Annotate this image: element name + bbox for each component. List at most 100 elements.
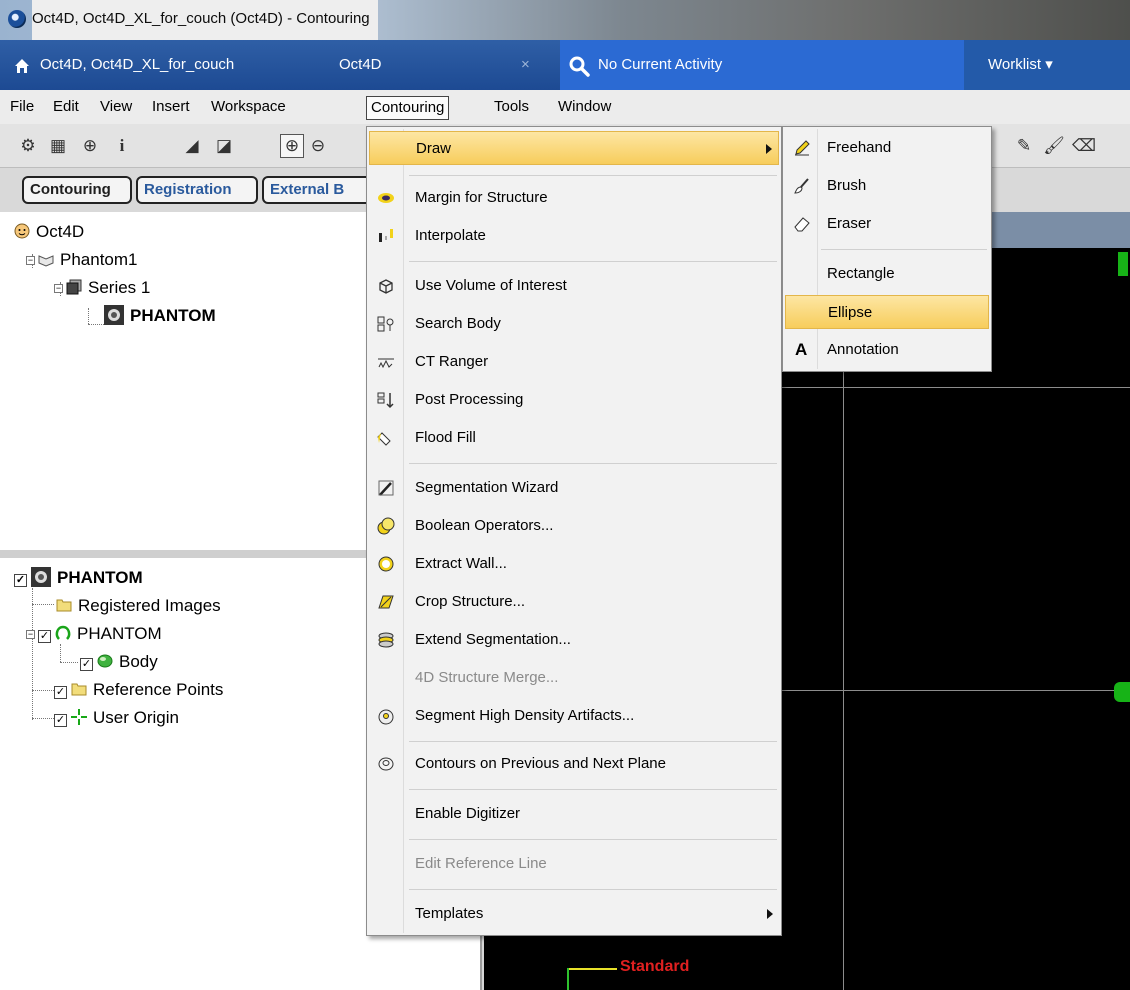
menu-item-use-voi[interactable]: Use Volume of Interest	[369, 269, 779, 303]
menu-item-label: Edit Reference Line	[415, 855, 547, 872]
wizard-wand-icon	[378, 480, 394, 496]
search-body-icon	[377, 316, 394, 332]
tree-item-oct4d[interactable]: Oct4D	[14, 220, 84, 244]
visibility-checkbox[interactable]: ✓	[14, 574, 27, 587]
tree-item-series1[interactable]: − Series 1	[54, 276, 150, 300]
menu-item-segmentation-wizard[interactable]: Segmentation Wizard	[369, 471, 779, 505]
menu-item-label: CT Ranger	[415, 353, 489, 370]
visibility-checkbox[interactable]: ✓	[38, 630, 51, 643]
structure-body[interactable]: ✓ Body	[80, 650, 158, 674]
menu-item-label: Extract Wall...	[415, 555, 507, 572]
window-level-icon[interactable]: ◢	[180, 134, 204, 158]
standard-line-vertical	[567, 968, 569, 990]
home-icon[interactable]	[14, 58, 30, 74]
menu-item-label: Rectangle	[827, 265, 895, 282]
menu-item-boolean[interactable]: Boolean Operators...	[369, 509, 779, 543]
menu-contouring[interactable]: Contouring	[366, 96, 450, 120]
close-case-button[interactable]: ×	[521, 40, 530, 90]
window-level-alt-icon[interactable]: ◪	[212, 134, 236, 158]
settings-icon[interactable]: ⚙	[16, 134, 40, 158]
menu-bar: File Edit View Insert Workspace Contouri…	[0, 90, 1130, 124]
worklist-button[interactable]: Worklist ▾	[964, 40, 1130, 90]
menu-window[interactable]: Window	[554, 96, 615, 120]
eraser-tool-icon[interactable]: ⌫	[1072, 134, 1096, 158]
submenu-item-brush[interactable]: Brush	[785, 169, 989, 203]
activity-search[interactable]: No Current Activity	[560, 40, 964, 90]
collapse-icon[interactable]: −	[26, 630, 35, 639]
collapse-icon[interactable]: −	[54, 284, 63, 293]
visibility-checkbox[interactable]: ✓	[80, 658, 93, 671]
structure-set-phantom[interactable]: − ✓ PHANTOM	[26, 622, 162, 646]
info-icon[interactable]: i	[110, 134, 134, 158]
menu-item-label: Annotation	[827, 341, 899, 358]
menu-item-label: Segmentation Wizard	[415, 479, 559, 496]
menu-item-label: Enable Digitizer	[415, 805, 521, 822]
menu-item-flood-fill[interactable]: Flood Fill	[369, 421, 779, 455]
menu-item-segment-high-density[interactable]: Segment High Density Artifacts...	[369, 699, 779, 733]
patient-name[interactable]: Oct4D, Oct4D_XL_for_couch	[40, 40, 234, 90]
zoom-out-icon[interactable]: ⊖	[306, 134, 330, 158]
structure-user-origin[interactable]: ✓ User Origin	[54, 706, 179, 730]
menu-item-search-body[interactable]: Search Body	[369, 307, 779, 341]
viewer-origin-marker	[1114, 682, 1130, 702]
menu-item-margin[interactable]: Margin for Structure	[369, 181, 779, 215]
menu-item-4d-structure-merge: 4D Structure Merge...	[369, 661, 779, 695]
structure-registered-images[interactable]: Registered Images	[56, 594, 221, 618]
zoom-in-icon[interactable]: ⊕	[280, 134, 304, 158]
tree-item-phantom-image[interactable]: PHANTOM	[104, 304, 216, 328]
submenu-item-ellipse[interactable]: Ellipse	[785, 295, 989, 329]
structure-root-phantom[interactable]: ✓ PHANTOM	[14, 566, 143, 590]
menu-item-extract-wall[interactable]: Extract Wall...	[369, 547, 779, 581]
menu-item-interpolate[interactable]: Interpolate	[369, 219, 779, 253]
tree-label: Body	[119, 652, 158, 671]
menu-item-contours-prev-next[interactable]: Contours on Previous and Next Plane	[369, 747, 779, 781]
viewer-standard-label: Standard	[620, 958, 690, 975]
case-name[interactable]: Oct4D	[339, 40, 382, 90]
tree-label: Series 1	[88, 278, 151, 297]
menu-separator	[409, 741, 777, 742]
interpolate-icon	[379, 229, 393, 242]
menu-item-enable-digitizer[interactable]: Enable Digitizer	[369, 797, 779, 831]
menu-item-templates[interactable]: Templates	[369, 897, 779, 931]
window-title-bar: Oct4D, Oct4D_XL_for_couch (Oct4D) - Cont…	[0, 0, 1130, 40]
ct-image-icon	[31, 567, 51, 587]
submenu-item-rectangle[interactable]: Rectangle	[785, 257, 989, 291]
menu-edit[interactable]: Edit	[49, 96, 83, 120]
menu-item-draw[interactable]: Draw	[369, 131, 779, 165]
freehand-tool-icon[interactable]: ✎	[1012, 134, 1036, 158]
menu-file[interactable]: File	[6, 96, 38, 120]
window-title: Oct4D, Oct4D_XL_for_couch (Oct4D) - Cont…	[32, 0, 378, 40]
contouring-menu: Draw Margin for Structure Interpolate Us…	[366, 126, 782, 936]
menu-item-label: Freehand	[827, 139, 892, 156]
collapse-icon[interactable]: −	[26, 256, 35, 265]
menu-item-crop-structure[interactable]: Crop Structure...	[369, 585, 779, 619]
submenu-item-eraser[interactable]: Eraser	[785, 207, 989, 241]
menu-separator	[409, 261, 777, 262]
menu-insert[interactable]: Insert	[148, 96, 194, 120]
menu-tools[interactable]: Tools	[490, 96, 533, 120]
menu-item-ct-ranger[interactable]: CT Ranger	[369, 345, 779, 379]
menu-item-post-processing[interactable]: Post Processing	[369, 383, 779, 417]
extract-wall-icon	[378, 556, 394, 572]
visibility-checkbox[interactable]: ✓	[54, 686, 67, 699]
structure-reference-points[interactable]: ✓ Reference Points	[54, 678, 223, 702]
navigate-icon[interactable]: ⊕	[78, 134, 102, 158]
submenu-arrow-icon	[767, 909, 773, 919]
submenu-item-annotation[interactable]: A Annotation	[785, 333, 989, 367]
tab-registration[interactable]: Registration	[136, 176, 258, 204]
submenu-item-freehand[interactable]: Freehand	[785, 131, 989, 165]
menu-item-label: Eraser	[827, 215, 872, 232]
visibility-checkbox[interactable]: ✓	[54, 714, 67, 727]
menu-item-extend-segmentation[interactable]: Extend Segmentation...	[369, 623, 779, 657]
menu-item-label: Templates	[415, 905, 484, 922]
menu-item-label: Search Body	[415, 315, 501, 332]
tree-label: Phantom1	[60, 250, 138, 269]
menu-view[interactable]: View	[96, 96, 136, 120]
tab-external-beam[interactable]: External B	[262, 176, 372, 204]
tree-item-phantom1[interactable]: − Phantom1	[26, 248, 138, 272]
tab-contouring[interactable]: Contouring	[22, 176, 132, 204]
save-icon[interactable]: ▦	[46, 134, 70, 158]
brush-tool-icon[interactable]: 🖌	[1042, 134, 1066, 158]
menu-item-edit-reference-line: Edit Reference Line	[369, 847, 779, 881]
menu-workspace[interactable]: Workspace	[207, 96, 290, 120]
